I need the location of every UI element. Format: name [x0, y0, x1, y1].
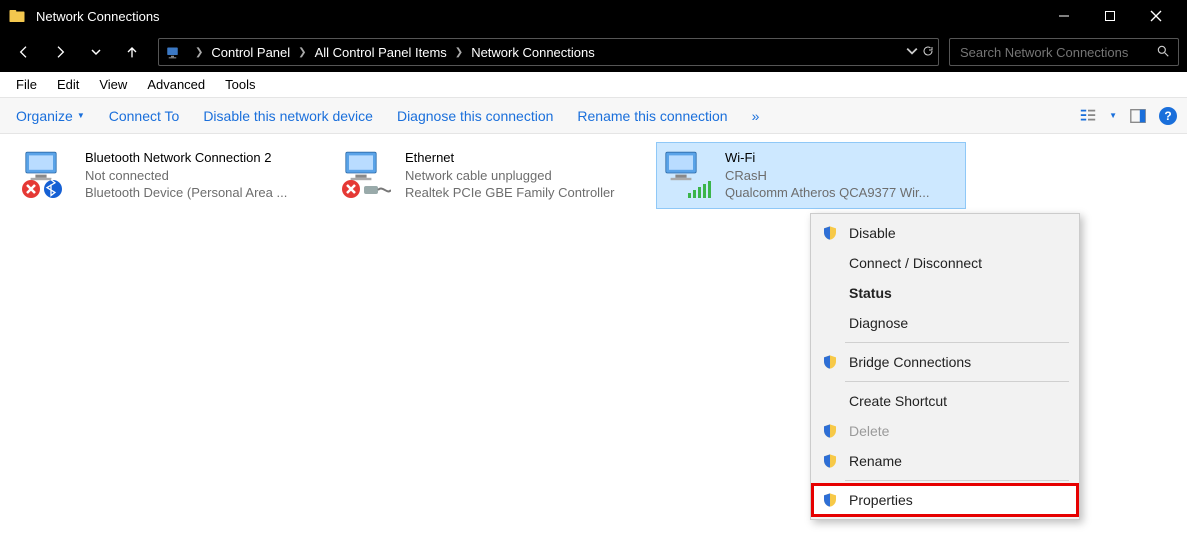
connection-name: Ethernet — [405, 149, 615, 167]
ctx-connect[interactable]: Connect / Disconnect — [813, 248, 1077, 278]
ctx-label: Status — [849, 285, 892, 301]
search-icon[interactable] — [1156, 44, 1170, 61]
up-button[interactable] — [116, 36, 148, 68]
connect-to-button[interactable]: Connect To — [103, 104, 186, 128]
menu-edit[interactable]: Edit — [49, 75, 87, 94]
shield-icon — [821, 423, 839, 439]
overflow-button[interactable]: » — [746, 104, 766, 128]
recent-locations-button[interactable] — [80, 36, 112, 68]
ctx-status[interactable]: Status — [813, 278, 1077, 308]
connection-item-bluetooth[interactable]: Bluetooth Network Connection 2 Not conne… — [16, 142, 326, 209]
ctx-label: Connect / Disconnect — [849, 255, 982, 271]
connection-desc: Realtek PCIe GBE Family Controller — [405, 184, 615, 202]
menu-file[interactable]: File — [8, 75, 45, 94]
window-controls — [1041, 0, 1179, 32]
connection-name: Wi-Fi — [725, 149, 929, 167]
connection-item-wifi[interactable]: Wi-Fi CRasH Qualcomm Atheros QCA9377 Wir… — [656, 142, 966, 209]
back-button[interactable] — [8, 36, 40, 68]
connection-desc: Qualcomm Atheros QCA9377 Wir... — [725, 184, 929, 202]
help-icon[interactable]: ? — [1159, 107, 1177, 125]
chevron-down-icon[interactable]: ▼ — [1109, 111, 1117, 120]
ctx-label: Create Shortcut — [849, 393, 947, 409]
ctx-diagnose[interactable]: Diagnose — [813, 308, 1077, 338]
window-icon — [8, 7, 26, 25]
shield-icon — [821, 453, 839, 469]
refresh-icon[interactable] — [922, 45, 934, 60]
connection-item-ethernet[interactable]: Ethernet Network cable unplugged Realtek… — [336, 142, 646, 209]
menu-advanced[interactable]: Advanced — [139, 75, 213, 94]
breadcrumb-item[interactable]: Control Panel — [209, 45, 292, 60]
window-title: Network Connections — [36, 9, 160, 24]
connections-list: Bluetooth Network Connection 2 Not conne… — [0, 134, 1187, 217]
chevron-down-icon: ▼ — [77, 111, 85, 120]
organize-label: Organize — [16, 108, 73, 124]
nav-bar: ❯ Control Panel ❯ All Control Panel Item… — [0, 32, 1187, 72]
shield-icon — [821, 225, 839, 241]
title-bar: Network Connections — [0, 0, 1187, 32]
shield-icon — [821, 354, 839, 370]
connection-status: CRasH — [725, 167, 929, 185]
connection-name: Bluetooth Network Connection 2 — [85, 149, 287, 167]
maximize-button[interactable] — [1087, 0, 1133, 32]
ethernet-adapter-icon — [341, 149, 399, 199]
separator — [845, 342, 1069, 343]
connection-status: Not connected — [85, 167, 287, 185]
chevron-right-icon: ❯ — [189, 47, 209, 58]
disable-device-button[interactable]: Disable this network device — [197, 104, 379, 128]
view-options-icon[interactable] — [1079, 107, 1097, 125]
command-bar: Organize ▼ Connect To Disable this netwo… — [0, 98, 1187, 134]
ctx-label: Rename — [849, 453, 902, 469]
ctx-disable[interactable]: Disable — [813, 218, 1077, 248]
organize-button[interactable]: Organize ▼ — [10, 104, 91, 128]
menu-tools[interactable]: Tools — [217, 75, 263, 94]
ctx-label: Bridge Connections — [849, 354, 971, 370]
connection-status: Network cable unplugged — [405, 167, 615, 185]
context-menu: Disable Connect / Disconnect Status Diag… — [810, 213, 1080, 520]
connection-desc: Bluetooth Device (Personal Area ... — [85, 184, 287, 202]
rename-button[interactable]: Rename this connection — [571, 104, 733, 128]
menu-bar: File Edit View Advanced Tools — [0, 72, 1187, 98]
breadcrumb-item[interactable]: All Control Panel Items — [313, 45, 449, 60]
ctx-label: Diagnose — [849, 315, 908, 331]
separator — [845, 381, 1069, 382]
search-input[interactable] — [958, 44, 1150, 61]
search-box[interactable] — [949, 38, 1179, 66]
diagnose-button[interactable]: Diagnose this connection — [391, 104, 559, 128]
ctx-label: Disable — [849, 225, 896, 241]
dropdown-icon[interactable] — [906, 45, 918, 60]
menu-view[interactable]: View — [91, 75, 135, 94]
ctx-rename[interactable]: Rename — [813, 446, 1077, 476]
ctx-delete: Delete — [813, 416, 1077, 446]
preview-pane-icon[interactable] — [1129, 107, 1147, 125]
wifi-adapter-icon — [661, 149, 719, 199]
ctx-bridge[interactable]: Bridge Connections — [813, 347, 1077, 377]
ctx-label: Delete — [849, 423, 889, 439]
bluetooth-adapter-icon — [21, 149, 79, 199]
separator — [845, 480, 1069, 481]
chevron-right-icon: ❯ — [292, 47, 312, 58]
minimize-button[interactable] — [1041, 0, 1087, 32]
shield-icon — [821, 492, 839, 508]
breadcrumb-item[interactable]: Network Connections — [469, 45, 597, 60]
chevron-right-icon: ❯ — [449, 47, 469, 58]
close-button[interactable] — [1133, 0, 1179, 32]
ctx-label: Properties — [849, 492, 913, 508]
ctx-shortcut[interactable]: Create Shortcut — [813, 386, 1077, 416]
ctx-properties[interactable]: Properties — [813, 485, 1077, 515]
address-bar[interactable]: ❯ Control Panel ❯ All Control Panel Item… — [158, 38, 939, 66]
forward-button[interactable] — [44, 36, 76, 68]
control-panel-icon — [165, 43, 183, 61]
